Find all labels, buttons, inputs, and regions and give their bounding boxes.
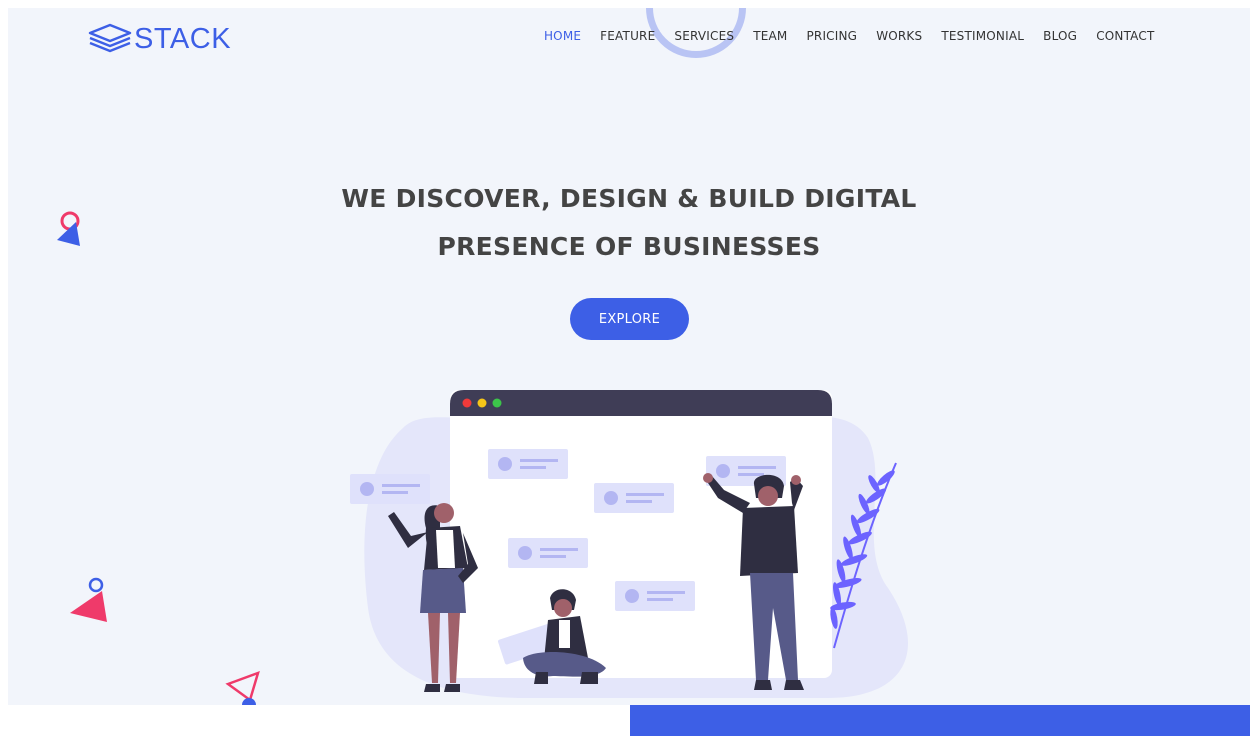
next-section-left [0, 705, 630, 736]
decorative-triangle-pink [70, 577, 107, 622]
hero-section: STACK HOME FEATURE SERVICES TEAM PRICING… [8, 8, 1250, 705]
decorative-triangle-outline [225, 670, 260, 705]
hero-illustration [57, 211, 908, 705]
decorative-triangle-blue [57, 211, 80, 246]
next-section-accent-band [630, 705, 1250, 736]
